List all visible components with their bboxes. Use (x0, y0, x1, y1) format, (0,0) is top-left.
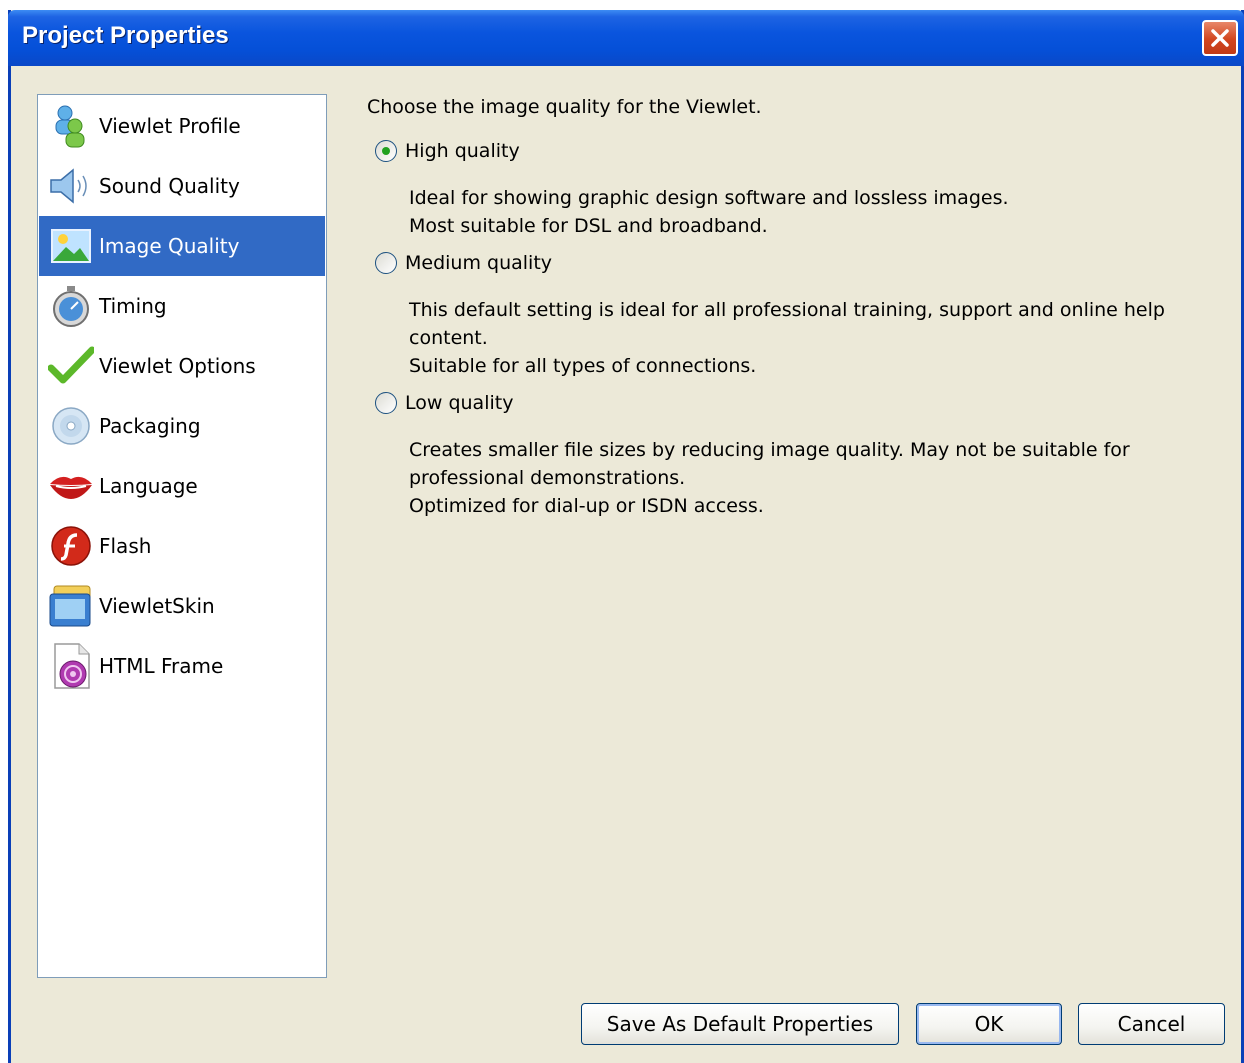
description-line: content. (409, 327, 488, 349)
sidebar-item-viewletskin[interactable]: ViewletSkin (39, 576, 325, 636)
radio-selected-dot (382, 147, 390, 155)
sidebar-item-language[interactable]: Language (39, 456, 325, 516)
project-properties-dialog: Project Properties Viewlet Profile Sound… (8, 10, 1244, 1063)
html-frame-icon (45, 640, 97, 692)
radio-button-low[interactable] (375, 392, 397, 414)
skin-window-icon (45, 580, 97, 632)
sidebar-item-sound-quality[interactable]: Sound Quality (39, 156, 325, 216)
cancel-button[interactable]: Cancel (1078, 1003, 1225, 1045)
description-line: Creates smaller file sizes by reducing i… (409, 439, 1130, 461)
sidebar-item-label: Language (99, 474, 198, 498)
description-line: professional demonstrations. (409, 467, 686, 489)
description-line: Most suitable for DSL and broadband. (409, 215, 768, 237)
sidebar-item-timing[interactable]: Timing (39, 276, 325, 336)
sidebar-item-image-quality[interactable]: Image Quality (39, 216, 325, 276)
lips-icon (45, 460, 97, 512)
category-list: Viewlet Profile Sound Quality Image Qual… (37, 94, 327, 978)
close-icon (1211, 29, 1229, 47)
sidebar-item-viewlet-options[interactable]: Viewlet Options (39, 336, 325, 396)
description-line: Ideal for showing graphic design softwar… (409, 187, 1009, 209)
sidebar-item-label: Timing (99, 294, 167, 318)
low-quality-description: Creates smaller file sizes by reducing i… (409, 436, 1130, 520)
sidebar-item-flash[interactable]: Flash (39, 516, 325, 576)
sidebar-item-label: ViewletSkin (99, 594, 215, 618)
radio-button-medium[interactable] (375, 252, 397, 274)
option-label-medium[interactable]: Medium quality (405, 252, 552, 274)
sidebar-item-label: Packaging (99, 414, 201, 438)
window-title: Project Properties (22, 22, 229, 49)
radio-button-high[interactable] (375, 140, 397, 162)
description-line: Optimized for dial-up or ISDN access. (409, 495, 764, 517)
description-line: This default setting is ideal for all pr… (409, 299, 1165, 321)
profile-icon (45, 100, 97, 152)
sidebar-item-label: Image Quality (99, 234, 240, 258)
close-button[interactable] (1202, 20, 1238, 56)
option-label-high[interactable]: High quality (405, 140, 520, 162)
option-label-low[interactable]: Low quality (405, 392, 513, 414)
sidebar-item-label: Viewlet Profile (99, 114, 241, 138)
flash-icon (45, 520, 97, 572)
checkmark-icon (45, 340, 97, 392)
sidebar-item-packaging[interactable]: Packaging (39, 396, 325, 456)
sidebar-item-label: Flash (99, 534, 152, 558)
speaker-icon (45, 160, 97, 212)
medium-quality-description: This default setting is ideal for all pr… (409, 296, 1165, 380)
low-quality-radio-option[interactable]: Low quality (375, 392, 513, 414)
sidebar-item-label: HTML Frame (99, 654, 224, 678)
title-bar[interactable]: Project Properties (8, 10, 1244, 66)
sidebar-item-label: Viewlet Options (99, 354, 256, 378)
image-icon (45, 220, 97, 272)
description-line: Suitable for all types of connections. (409, 355, 757, 377)
disc-icon (45, 400, 97, 452)
sidebar-item-html-frame[interactable]: HTML Frame (39, 636, 325, 696)
medium-quality-radio-option[interactable]: Medium quality (375, 252, 552, 274)
sidebar-item-viewlet-profile[interactable]: Viewlet Profile (39, 96, 325, 156)
stopwatch-icon (45, 280, 97, 332)
ok-button[interactable]: OK (916, 1003, 1062, 1045)
sidebar-item-label: Sound Quality (99, 174, 240, 198)
panel-instruction: Choose the image quality for the Viewlet… (367, 96, 762, 118)
save-as-default-button[interactable]: Save As Default Properties (581, 1003, 899, 1045)
high-quality-description: Ideal for showing graphic design softwar… (409, 184, 1009, 240)
high-quality-radio-option[interactable]: High quality (375, 140, 520, 162)
